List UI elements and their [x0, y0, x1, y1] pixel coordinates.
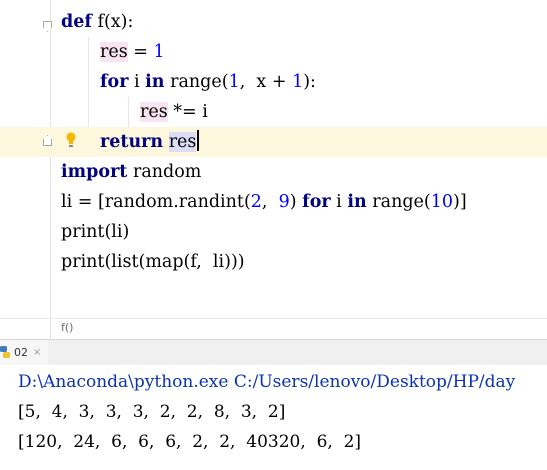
code-line-7[interactable]: li = [random.randint(2, 9) for i in rang… [0, 187, 547, 217]
tab-label: 02 [14, 346, 28, 359]
run-tab-bar: 02 × [0, 339, 547, 366]
code-text: li = [random.randint(2, 9) for i in rang… [61, 192, 467, 212]
console-output[interactable]: D:\Anaconda\python.exe C:/Users/lenovo/D… [0, 365, 547, 470]
code-line-8[interactable]: print(li) [0, 217, 547, 247]
indent-guide [88, 97, 89, 127]
text-caret [197, 130, 200, 151]
code-text: print(li) [61, 222, 130, 242]
gutter-border [50, 319, 51, 339]
code-line-3[interactable]: for i in range(1, x + 1): [0, 67, 547, 97]
code-line-4[interactable]: res *= i [0, 97, 547, 127]
code-editor[interactable]: def f(x): res = 1 for i in range(1, x + … [0, 0, 547, 318]
indent-guide [88, 37, 89, 67]
close-icon[interactable]: × [33, 340, 41, 365]
breadcrumb[interactable]: f() [61, 321, 73, 334]
python-file-icon [0, 346, 10, 358]
breadcrumb-bar: f() [0, 318, 547, 339]
code-text: def f(x): [61, 12, 134, 32]
fold-icon[interactable] [43, 135, 52, 146]
console-command: D:\Anaconda\python.exe C:/Users/lenovo/D… [18, 372, 516, 392]
code-text: res *= i [140, 102, 208, 122]
code-line-6[interactable]: import random [0, 157, 547, 187]
indent-guide [128, 97, 129, 127]
code-text: res = 1 [100, 42, 165, 62]
console-output-line: [120, 24, 6, 6, 6, 2, 2, 40320, 6, 2] [18, 432, 362, 452]
indent-guide [88, 67, 89, 97]
code-line-5[interactable]: return res [0, 127, 547, 157]
fold-icon[interactable] [43, 21, 52, 32]
code-text: import random [61, 162, 202, 182]
code-text: return res [100, 127, 200, 157]
code-line-1[interactable]: def f(x): [0, 7, 547, 37]
bulb-icon[interactable] [66, 132, 76, 148]
code-line-2[interactable]: res = 1 [0, 37, 547, 67]
code-line-9[interactable]: print(list(map(f, li))) [0, 247, 547, 277]
code-text: for i in range(1, x + 1): [100, 72, 316, 92]
code-text: print(list(map(f, li))) [61, 252, 245, 272]
console-output-line: [5, 4, 3, 3, 3, 2, 2, 8, 3, 2] [18, 402, 286, 422]
run-tab-02[interactable]: 02 × [0, 340, 48, 365]
